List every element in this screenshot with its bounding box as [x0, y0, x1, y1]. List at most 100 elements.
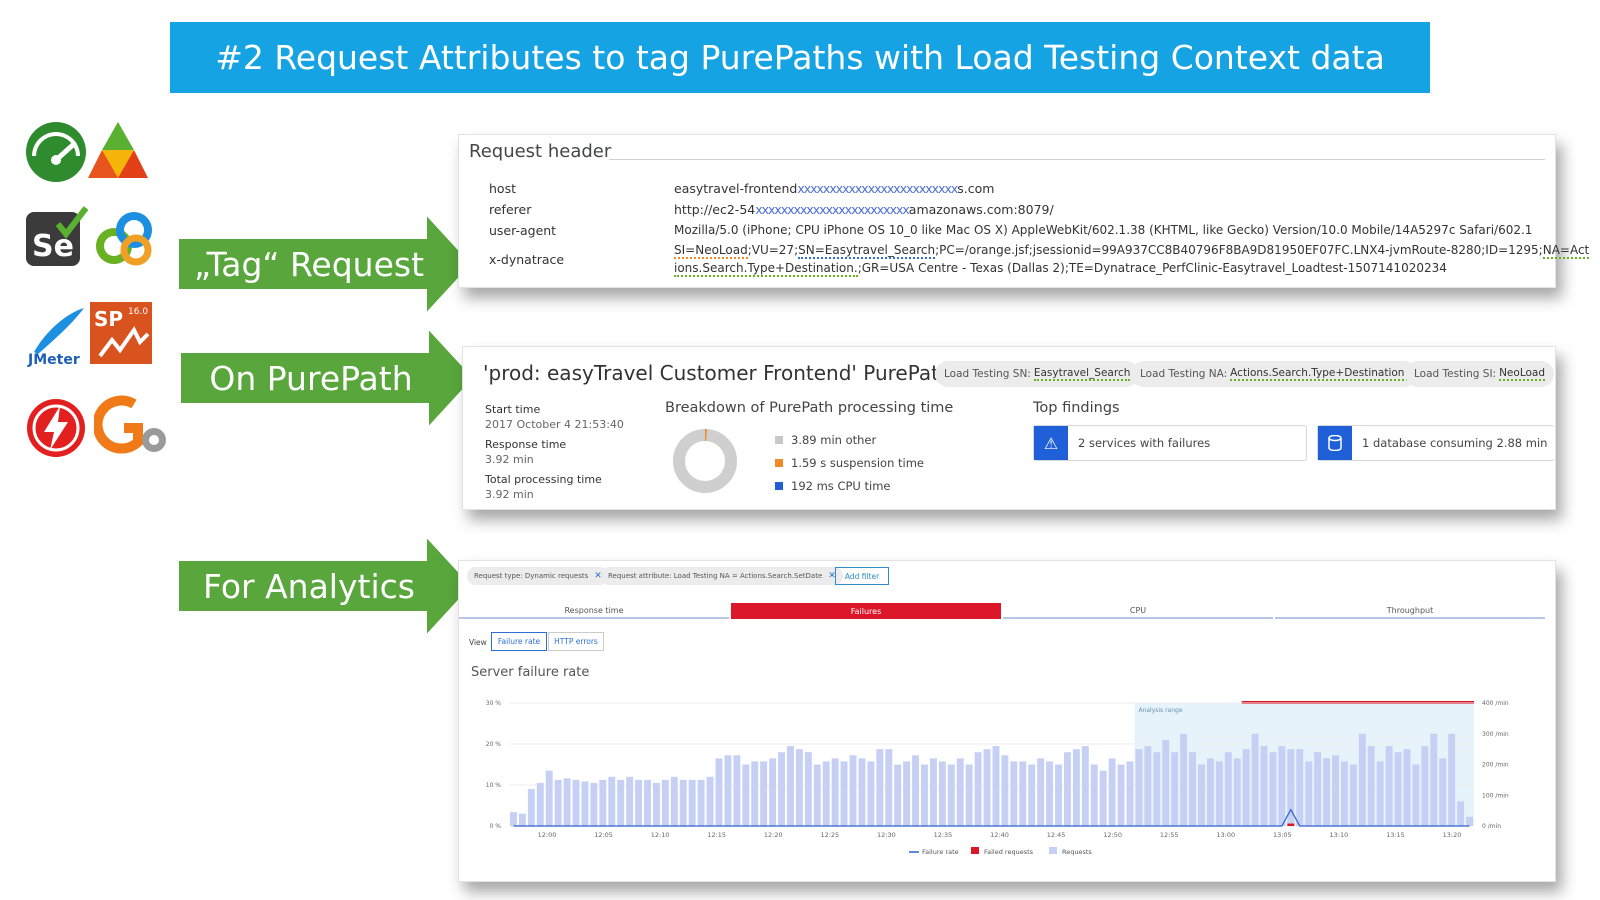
tag-load-testing-sn[interactable]: Load Testing SN: Easytravel_Search: [935, 361, 1140, 387]
top-findings-title: Top findings: [1033, 400, 1120, 416]
request-bar: [1108, 758, 1116, 826]
request-bar: [1010, 761, 1018, 826]
request-bar: [724, 755, 732, 826]
request-bar: [849, 755, 857, 826]
header-key-host: host: [489, 181, 516, 196]
request-bar: [679, 779, 687, 826]
header-value-x-dynatrace-line2: ions.Search.Type+Destination.;GR=USA Cen…: [674, 261, 1447, 277]
y-right-tick-label: 100 /min: [1482, 792, 1509, 799]
filter-request-attribute[interactable]: Request attribute: Load Testing NA = Act…: [601, 567, 843, 585]
tab-cpu[interactable]: CPU: [1003, 603, 1273, 619]
request-bar: [1171, 752, 1179, 826]
request-bar: [572, 779, 580, 826]
request-bar: [536, 782, 544, 826]
tab-throughput[interactable]: Throughput: [1275, 603, 1545, 619]
y-left-tick-label: 20 %: [486, 741, 502, 748]
request-bar: [813, 764, 821, 826]
request-bar: [1153, 752, 1161, 826]
y-right-tick-label: 300 /min: [1482, 731, 1509, 738]
x-tick-label: 12:50: [1103, 831, 1122, 839]
x-tick-label: 13:15: [1386, 831, 1405, 839]
tag-request-label: „Tag“ Request: [193, 244, 425, 284]
tag-load-testing-si[interactable]: Load Testing SI: NeoLoad: [1405, 361, 1555, 387]
y-right-tick-label: 200 /min: [1482, 762, 1509, 769]
x-tick-label: 12:00: [538, 831, 557, 839]
warning-icon: ⚠: [1034, 426, 1068, 460]
tag-load-testing-na[interactable]: Load Testing NA: Actions.Search.Type+Dest…: [1131, 361, 1417, 387]
request-bar: [510, 812, 517, 826]
legend-label: Failed requests: [984, 848, 1034, 856]
request-bar: [840, 761, 848, 826]
legend-label: Requests: [1062, 848, 1092, 856]
request-bar: [617, 779, 625, 826]
request-bar: [947, 764, 955, 826]
request-bar: [858, 758, 866, 826]
request-bar: [1028, 764, 1036, 826]
request-bar: [876, 749, 884, 826]
request-bar: [1037, 758, 1045, 826]
request-bar: [527, 789, 535, 826]
x-tick-label: 12:20: [764, 831, 783, 839]
request-bar: [1189, 752, 1197, 826]
request-bar: [1055, 764, 1062, 826]
request-bar: [1081, 746, 1089, 826]
request-header-panel: Request header host easytravel-frontendx…: [458, 134, 1590, 288]
request-bar: [831, 758, 839, 826]
request-bar: [1314, 752, 1322, 826]
request-bar: [956, 758, 964, 826]
request-bar: [1063, 752, 1071, 826]
filter-request-type[interactable]: Request type: Dynamic requests ✕: [467, 567, 609, 585]
view-label: View: [469, 638, 487, 647]
add-filter-button[interactable]: Add filter: [835, 567, 889, 585]
request-bar: [733, 755, 741, 826]
request-bar: [599, 779, 607, 826]
request-bar: [1099, 770, 1107, 826]
request-header-title: Request header: [469, 141, 612, 162]
request-bar: [885, 749, 893, 826]
breakdown-donut: [673, 429, 737, 493]
request-bar: [929, 758, 937, 826]
request-bar: [581, 781, 589, 826]
gatling-logo: [94, 395, 166, 454]
request-bar: [1126, 761, 1134, 826]
x-tick-label: 12:30: [877, 831, 896, 839]
tab-response-time[interactable]: Response time: [459, 603, 729, 619]
header-key-x-dynatrace: x-dynatrace: [489, 252, 565, 267]
svg-text:16.0: 16.0: [128, 307, 148, 317]
breakdown-suspension: 1.59 s suspension time: [775, 456, 924, 470]
title-divider: [609, 159, 1545, 160]
x-tick-label: 12:40: [990, 831, 1009, 839]
slide: #2 Request Attributes to tag PurePaths w…: [0, 0, 1600, 900]
header-value-user-agent: Mozilla/5.0 (iPhone; CPU iPhone OS 10_0 …: [674, 223, 1533, 237]
finding-services-failures[interactable]: ⚠ 2 services with failures: [1033, 425, 1307, 461]
request-bar: [644, 779, 651, 826]
request-bar: [974, 752, 982, 826]
request-bar: [688, 779, 696, 826]
legend-failed-requests-swatch: [971, 847, 979, 854]
request-bar: [1305, 761, 1313, 826]
chain-logo: [96, 212, 152, 266]
y-right-tick-label: 400 /min: [1482, 700, 1509, 707]
request-bar: [769, 758, 777, 826]
request-bar: [822, 761, 830, 826]
request-bar: [1421, 746, 1429, 826]
finding-database[interactable]: 1 database consuming 2.88 min: [1317, 425, 1555, 461]
request-bar: [563, 778, 571, 826]
request-bar: [1278, 746, 1286, 826]
request-bar: [1466, 816, 1473, 826]
request-bar: [545, 770, 553, 826]
request-bar: [938, 761, 946, 826]
request-bar: [1394, 752, 1402, 826]
analysis-range-label: Analysis range: [1138, 707, 1182, 714]
legend-requests-swatch: [1049, 847, 1057, 854]
request-bar: [983, 749, 991, 826]
view-failure-rate-button[interactable]: Failure rate: [491, 632, 547, 651]
x-tick-label: 13:10: [1330, 831, 1349, 839]
x-tick-label: 12:35: [934, 831, 953, 839]
view-http-errors-button[interactable]: HTTP errors: [548, 632, 604, 651]
jmeter-logo: JMeter: [27, 308, 84, 368]
database-icon: [1318, 426, 1352, 460]
request-bar: [715, 758, 723, 826]
header-value-host: easytravel-frontendxxxxxxxxxxxxxxxxxxxxx…: [674, 181, 995, 196]
tab-failures[interactable]: Failures: [731, 603, 1001, 619]
